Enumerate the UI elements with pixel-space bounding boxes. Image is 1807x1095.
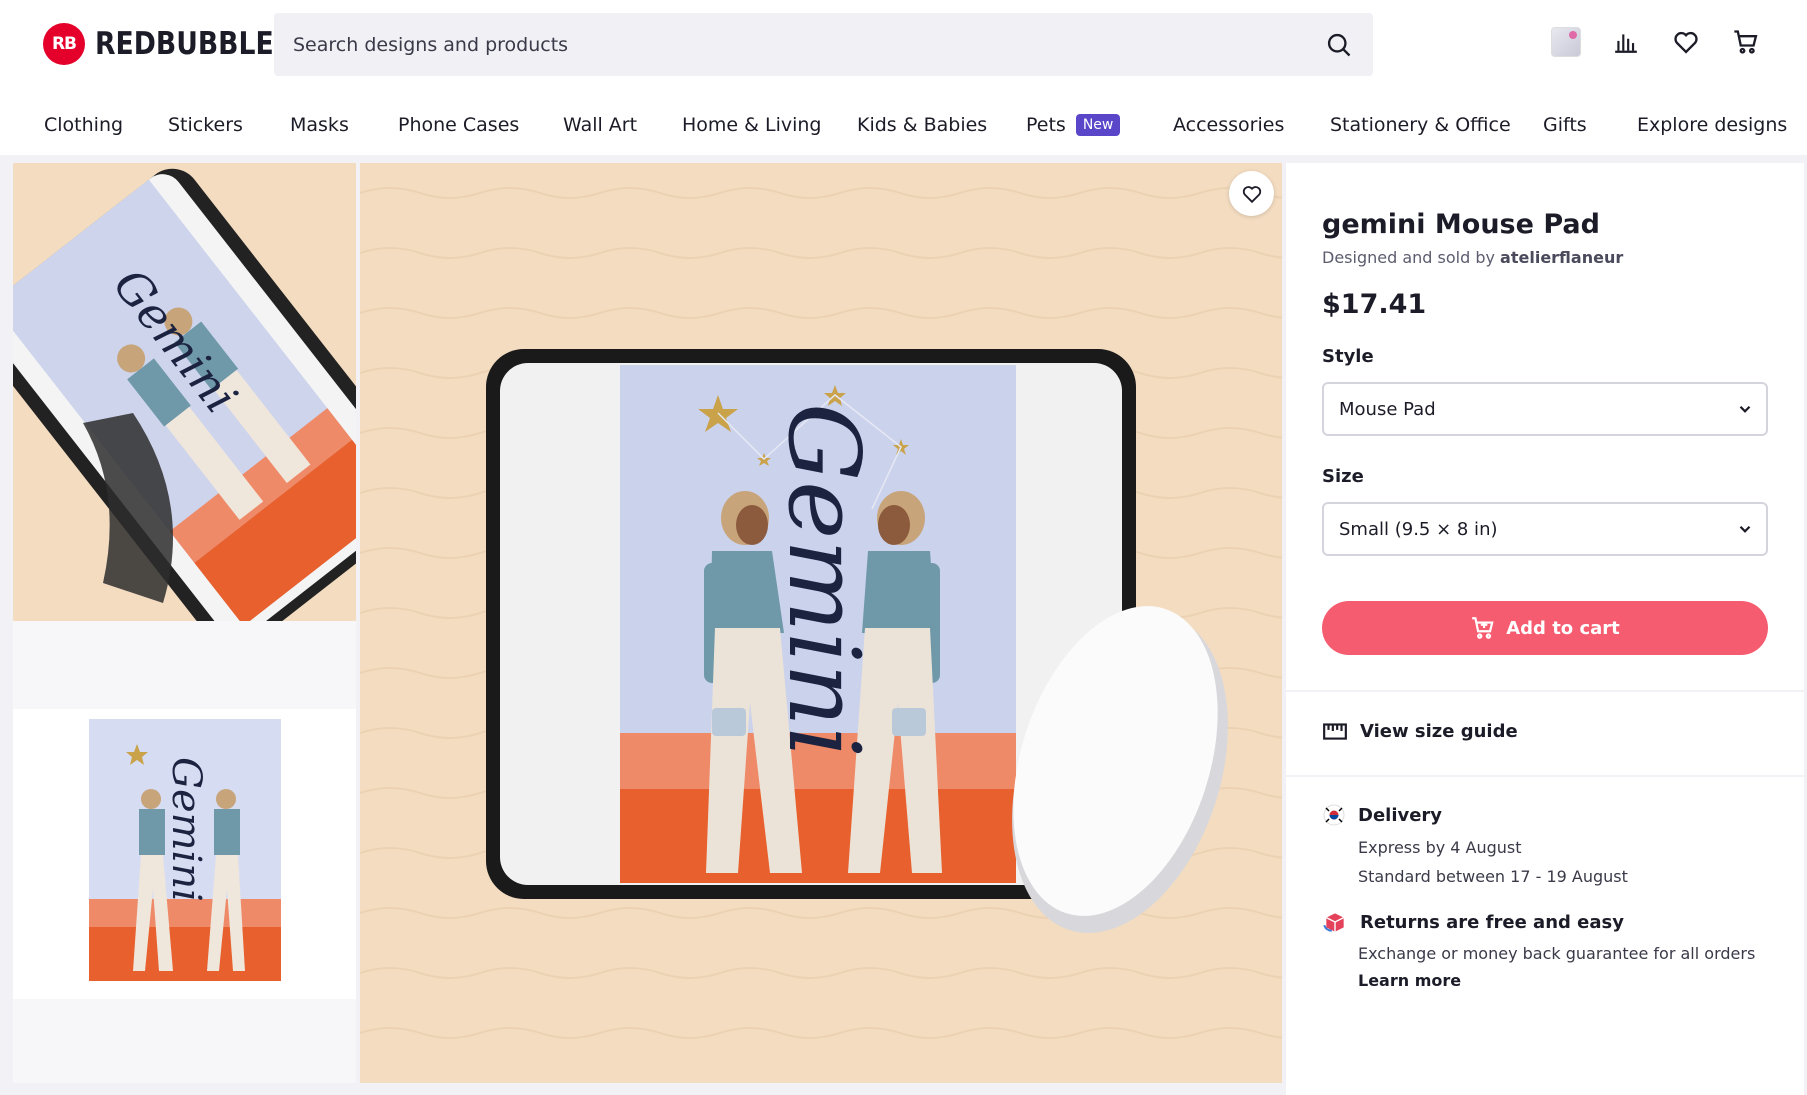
new-badge: New — [1075, 114, 1121, 136]
delivery-flag-icon — [1323, 804, 1345, 826]
stats-icon[interactable] — [1610, 26, 1642, 58]
size-guide-label: View size guide — [1360, 720, 1518, 742]
account-avatar[interactable] — [1550, 26, 1582, 58]
angled-mousepad-image: Gemini — [13, 168, 356, 621]
delivery-express: Express by 4 August — [1358, 838, 1522, 857]
chevron-down-icon — [1739, 405, 1751, 413]
nav-pets[interactable]: Pets New — [1026, 114, 1121, 136]
product-panel: gemini Mouse Pad Designed and sold by at… — [1286, 163, 1804, 1095]
size-select[interactable]: Small (9.5 × 8 in) — [1322, 502, 1768, 556]
nav-explore-designs[interactable]: Explore designs — [1637, 114, 1787, 136]
add-to-cart-label: Add to cart — [1506, 617, 1620, 639]
nav-gifts[interactable]: Gifts — [1543, 114, 1587, 136]
nav-home-living[interactable]: Home & Living — [682, 114, 822, 136]
chevron-down-icon — [1739, 525, 1751, 533]
returns-title: Returns are free and easy — [1360, 911, 1624, 933]
thumbnail-angled-view[interactable]: Gemini — [13, 163, 356, 621]
nav-pets-label: Pets — [1026, 114, 1066, 136]
nav-masks[interactable]: Masks — [290, 114, 349, 136]
style-select[interactable]: Mouse Pad — [1322, 382, 1768, 436]
nav-stationery-office[interactable]: Stationery & Office — [1330, 114, 1511, 136]
search-input[interactable] — [291, 32, 1271, 57]
nav-phone-cases[interactable]: Phone Cases — [398, 114, 519, 136]
byline-prefix: Designed and sold by — [1322, 248, 1495, 267]
delivery-heading: Delivery — [1322, 803, 1442, 827]
avatar — [1551, 27, 1581, 57]
delivery-standard: Standard between 17 - 19 August — [1358, 867, 1628, 886]
category-nav: Clothing Stickers Masks Phone Cases Wall… — [0, 98, 1807, 150]
size-guide-link[interactable]: View size guide — [1322, 718, 1518, 744]
add-cart-icon — [1472, 617, 1494, 639]
favorite-button[interactable] — [1229, 171, 1274, 216]
mousepad-scene: Gemini — [360, 163, 1282, 1083]
thumbnail-spacer — [13, 621, 356, 709]
nav-wall-art[interactable]: Wall Art — [563, 114, 637, 136]
product-price: $17.41 — [1322, 289, 1427, 320]
artwork-text-main: Gemini — [766, 403, 880, 758]
search-icon[interactable] — [1325, 31, 1353, 59]
divider — [1286, 690, 1804, 692]
size-value: Small (9.5 × 8 in) — [1339, 518, 1498, 540]
nav-stickers[interactable]: Stickers — [168, 114, 243, 136]
header-actions — [1550, 26, 1762, 58]
artwork-image: Gemini — [89, 719, 281, 981]
returns-heading: Returns are free and easy — [1322, 909, 1624, 935]
returns-text: Exchange or money back guarantee for all… — [1358, 944, 1756, 963]
logo-text: REDBUBBLE — [95, 26, 274, 62]
artwork-text-small: Gemini — [163, 757, 209, 902]
logo-mark: RB — [43, 23, 85, 65]
nav-kids-babies[interactable]: Kids & Babies — [857, 114, 987, 136]
delivery-title: Delivery — [1358, 804, 1443, 826]
product-byline: Designed and sold by atelierflaneur — [1322, 248, 1623, 267]
main-product-image[interactable]: Gemini — [360, 163, 1282, 1083]
heart-icon[interactable] — [1670, 26, 1702, 58]
thumbnail-artwork-view[interactable]: Gemini — [13, 709, 356, 999]
nav-accessories[interactable]: Accessories — [1173, 114, 1284, 136]
thumbnail-spacer-bottom — [13, 999, 356, 1083]
ruler-icon — [1323, 723, 1347, 740]
divider — [1286, 775, 1804, 777]
redbubble-logo[interactable]: RB REDBUBBLE — [43, 22, 303, 66]
site-header: RB REDBUBBLE Clothing Stickers Masks — [0, 0, 1807, 155]
style-label: Style — [1322, 346, 1374, 367]
style-value: Mouse Pad — [1339, 398, 1436, 420]
heart-outline-icon — [1242, 185, 1261, 203]
search-bar — [274, 13, 1373, 76]
learn-more-link[interactable]: Learn more — [1358, 971, 1461, 990]
add-to-cart-button[interactable]: Add to cart — [1322, 601, 1768, 655]
returns-box-icon — [1323, 913, 1344, 932]
size-label: Size — [1322, 466, 1364, 487]
product-title: gemini Mouse Pad — [1322, 209, 1600, 240]
artist-link[interactable]: atelierflaneur — [1500, 248, 1623, 267]
cart-icon[interactable] — [1730, 26, 1762, 58]
nav-clothing[interactable]: Clothing — [44, 114, 123, 136]
